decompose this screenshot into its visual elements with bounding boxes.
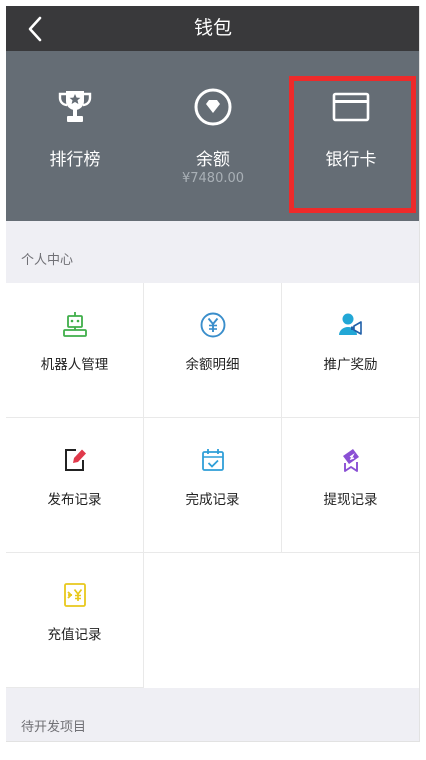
grid-item-label: 充值记录 bbox=[47, 627, 102, 643]
balance-label: 余额 bbox=[196, 150, 230, 170]
grid-item-withdraw-records[interactable]: 提现记录 bbox=[282, 418, 419, 553]
wallet-screen: 钱包 排行榜 余额 ¥7480.00 银行卡 个人中心 机器人管理 余额明细 推… bbox=[6, 6, 420, 742]
grid-item-label: 机器人管理 bbox=[40, 357, 109, 373]
promotion-icon bbox=[338, 313, 362, 335]
calendar-check-icon bbox=[201, 449, 224, 471]
grid-item-label: 提现记录 bbox=[323, 492, 378, 508]
grid-item-completed-records[interactable]: 完成记录 bbox=[144, 418, 282, 553]
trophy-icon bbox=[58, 91, 92, 122]
grid-item-label: 完成记录 bbox=[185, 492, 240, 508]
section-title-pending: 待开发项目 bbox=[21, 720, 87, 735]
bank-card-button[interactable]: 银行卡 bbox=[282, 51, 419, 221]
ranking-label: 排行榜 bbox=[49, 150, 101, 170]
empty-grid-area bbox=[144, 553, 419, 688]
bank-card-label: 银行卡 bbox=[325, 150, 377, 170]
grid-item-label: 余额明细 bbox=[185, 357, 240, 373]
robot-icon bbox=[62, 312, 87, 337]
wallet-summary-panel: 排行榜 余额 ¥7480.00 银行卡 bbox=[6, 51, 419, 221]
ranking-button[interactable]: 排行榜 bbox=[6, 51, 144, 221]
recharge-icon bbox=[63, 583, 86, 607]
feature-grid: 机器人管理 余额明细 推广奖励 发布记录 完成记录 提现记录 充值记录 bbox=[6, 283, 419, 689]
grid-item-balance-details[interactable]: 余额明细 bbox=[144, 283, 282, 418]
section-title-personal: 个人中心 bbox=[21, 253, 74, 268]
grid-item-publish-records[interactable]: 发布记录 bbox=[6, 418, 144, 553]
yen-circle-icon bbox=[200, 312, 225, 338]
grid-item-robot-management[interactable]: 机器人管理 bbox=[6, 283, 144, 418]
balance-button[interactable]: 余额 ¥7480.00 bbox=[144, 51, 282, 221]
header-bar: 钱包 bbox=[6, 6, 419, 51]
grid-item-label: 推广奖励 bbox=[323, 357, 378, 373]
grid-item-recharge-records[interactable]: 充值记录 bbox=[6, 553, 144, 688]
balance-amount: ¥7480.00 bbox=[181, 171, 245, 186]
page-title: 钱包 bbox=[193, 17, 232, 39]
grid-item-promotion-rewards[interactable]: 推广奖励 bbox=[282, 283, 419, 418]
edit-doc-icon bbox=[64, 449, 86, 471]
diamond-icon bbox=[194, 88, 232, 126]
grid-item-label: 发布记录 bbox=[47, 492, 102, 508]
withdraw-icon bbox=[342, 449, 359, 472]
bank-card-icon bbox=[332, 92, 370, 122]
